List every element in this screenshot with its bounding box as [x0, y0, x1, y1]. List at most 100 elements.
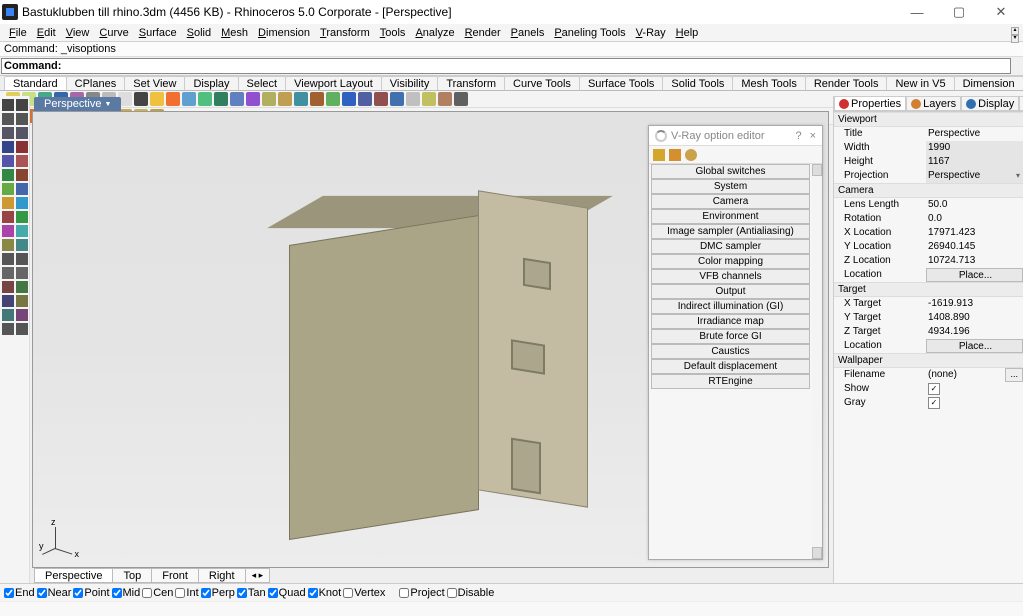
menu-tools[interactable]: Tools [375, 24, 411, 42]
osnap-mid[interactable]: Mid [112, 587, 141, 599]
osnap-near[interactable]: Near [37, 587, 72, 599]
toolbar-tab-viewport-layout[interactable]: Viewport Layout [285, 76, 382, 90]
maximize-button[interactable]: ▢ [945, 3, 973, 21]
menu-analyze[interactable]: Analyze [410, 24, 459, 42]
vray-section-color-mapping[interactable]: Color mapping [651, 254, 810, 269]
menu-mesh[interactable]: Mesh [216, 24, 253, 42]
vray-reset-icon[interactable] [685, 149, 697, 161]
viewport[interactable]: zxy V-Ray option editor ?× Global switch… [32, 111, 829, 568]
toolbox-icon[interactable] [2, 267, 14, 279]
osnap-quad[interactable]: Quad [268, 587, 306, 599]
toolbox-icon[interactable] [2, 141, 14, 153]
toolbox-icon[interactable] [16, 323, 28, 335]
toolbar-tab-mesh-tools[interactable]: Mesh Tools [732, 76, 805, 90]
vray-section-camera[interactable]: Camera [651, 194, 810, 209]
prop-value[interactable]: 10724.713 [926, 254, 1023, 268]
osnap-cen[interactable]: Cen [142, 587, 173, 599]
toolbox-icon[interactable] [2, 281, 14, 293]
panel-tab-display[interactable]: Display [961, 96, 1019, 111]
toolbar-tab-cplanes[interactable]: CPlanes [66, 76, 126, 90]
minimize-button[interactable]: — [903, 3, 931, 21]
command-input[interactable] [64, 60, 1010, 72]
vray-section-default-displacement[interactable]: Default displacement [651, 359, 810, 374]
menu-paneling-tools[interactable]: Paneling Tools [549, 24, 630, 42]
osnap-checkbox[interactable] [142, 588, 152, 598]
menu-panels[interactable]: Panels [506, 24, 550, 42]
toolbox-icon[interactable] [16, 253, 28, 265]
prop-value[interactable]: -1619.913 [926, 297, 1023, 311]
toolbox-icon[interactable] [2, 169, 14, 181]
osnap-end[interactable]: End [4, 587, 35, 599]
toolbox-icon[interactable] [2, 295, 14, 307]
vray-section-system[interactable]: System [651, 179, 810, 194]
vray-section-irradiance-map[interactable]: Irradiance map [651, 314, 810, 329]
vray-save-icon[interactable] [653, 149, 665, 161]
menu-file[interactable]: File [4, 24, 32, 42]
osnap-project[interactable]: Project [399, 587, 444, 599]
osnap-tan[interactable]: Tan [237, 587, 266, 599]
vray-close-icon[interactable]: × [810, 130, 816, 142]
vray-section-dmc-sampler[interactable]: DMC sampler [651, 239, 810, 254]
prop-value[interactable] [926, 396, 1023, 410]
toolbox-icon[interactable] [16, 99, 28, 111]
osnap-vertex[interactable]: Vertex [343, 587, 385, 599]
prop-value[interactable]: 4934.196 [926, 325, 1023, 339]
osnap-checkbox[interactable] [37, 588, 47, 598]
prop-value[interactable]: 26940.145 [926, 240, 1023, 254]
toolbox-icon[interactable] [2, 211, 14, 223]
view-tab-perspective[interactable]: Perspective [34, 568, 113, 583]
view-tab-arrows[interactable]: ◂ ▸ [245, 568, 271, 583]
toolbox-icon[interactable] [16, 267, 28, 279]
panel-tab-help[interactable]: Help [1019, 96, 1023, 111]
toolbox-icon[interactable] [2, 253, 14, 265]
toolbar-tab-solid-tools[interactable]: Solid Tools [662, 76, 733, 90]
command-scroll[interactable]: ▴▾ [1011, 27, 1019, 43]
toolbox-icon[interactable] [16, 197, 28, 209]
view-tab-right[interactable]: Right [198, 568, 246, 583]
toolbox-icon[interactable] [16, 113, 28, 125]
menu-dimension[interactable]: Dimension [253, 24, 315, 42]
toolbar-tab-set-view[interactable]: Set View [124, 76, 185, 90]
toolbar-tab-dimension[interactable]: Dimension [954, 76, 1023, 90]
toolbox-icon[interactable] [16, 183, 28, 195]
vray-section-brute-force-gi[interactable]: Brute force GI [651, 329, 810, 344]
toolbox-icon[interactable] [16, 295, 28, 307]
prop-value[interactable]: 1408.890 [926, 311, 1023, 325]
prop-value[interactable]: (none) [926, 368, 1023, 382]
vray-section-vfb-channels[interactable]: VFB channels [651, 269, 810, 284]
osnap-checkbox[interactable] [343, 588, 353, 598]
vray-section-indirect-illumination-gi-[interactable]: Indirect illumination (GI) [651, 299, 810, 314]
toolbox-icon[interactable] [16, 155, 28, 167]
menu-solid[interactable]: Solid [182, 24, 216, 42]
toolbox-icon[interactable] [2, 197, 14, 209]
vray-help-icon[interactable]: ? [795, 130, 801, 142]
menu-render[interactable]: Render [460, 24, 506, 42]
toolbar-tab-render-tools[interactable]: Render Tools [805, 76, 888, 90]
vray-section-rtengine[interactable]: RTEngine [651, 374, 810, 389]
toolbar-tab-new-in-v5[interactable]: New in V5 [886, 76, 954, 90]
menu-view[interactable]: View [61, 24, 95, 42]
panel-tab-properties[interactable]: Properties [834, 96, 906, 111]
toolbar-tab-display[interactable]: Display [184, 76, 238, 90]
osnap-checkbox[interactable] [112, 588, 122, 598]
prop-value[interactable]: 50.0 [926, 198, 1023, 212]
toolbar-tab-standard[interactable]: Standard [4, 76, 67, 90]
toolbox-icon[interactable] [2, 99, 14, 111]
toolbox-icon[interactable] [16, 225, 28, 237]
menu-transform[interactable]: Transform [315, 24, 375, 42]
close-button[interactable]: ✕ [987, 3, 1015, 21]
prop-value[interactable]: Place... [926, 268, 1023, 282]
vray-section-image-sampler-antialiasing-[interactable]: Image sampler (Antialiasing) [651, 224, 810, 239]
command-line[interactable]: Command: [1, 58, 1011, 74]
panel-tab-layers[interactable]: Layers [906, 96, 961, 111]
toolbar-tab-select[interactable]: Select [238, 76, 287, 90]
toolbox-icon[interactable] [2, 323, 14, 335]
vray-scrollbar[interactable] [812, 164, 822, 559]
toolbar-tab-visibility[interactable]: Visibility [381, 76, 439, 90]
toolbox-icon[interactable] [16, 239, 28, 251]
osnap-checkbox[interactable] [268, 588, 278, 598]
vray-section-output[interactable]: Output [651, 284, 810, 299]
vray-section-caustics[interactable]: Caustics [651, 344, 810, 359]
osnap-checkbox[interactable] [175, 588, 185, 598]
osnap-perp[interactable]: Perp [201, 587, 235, 599]
